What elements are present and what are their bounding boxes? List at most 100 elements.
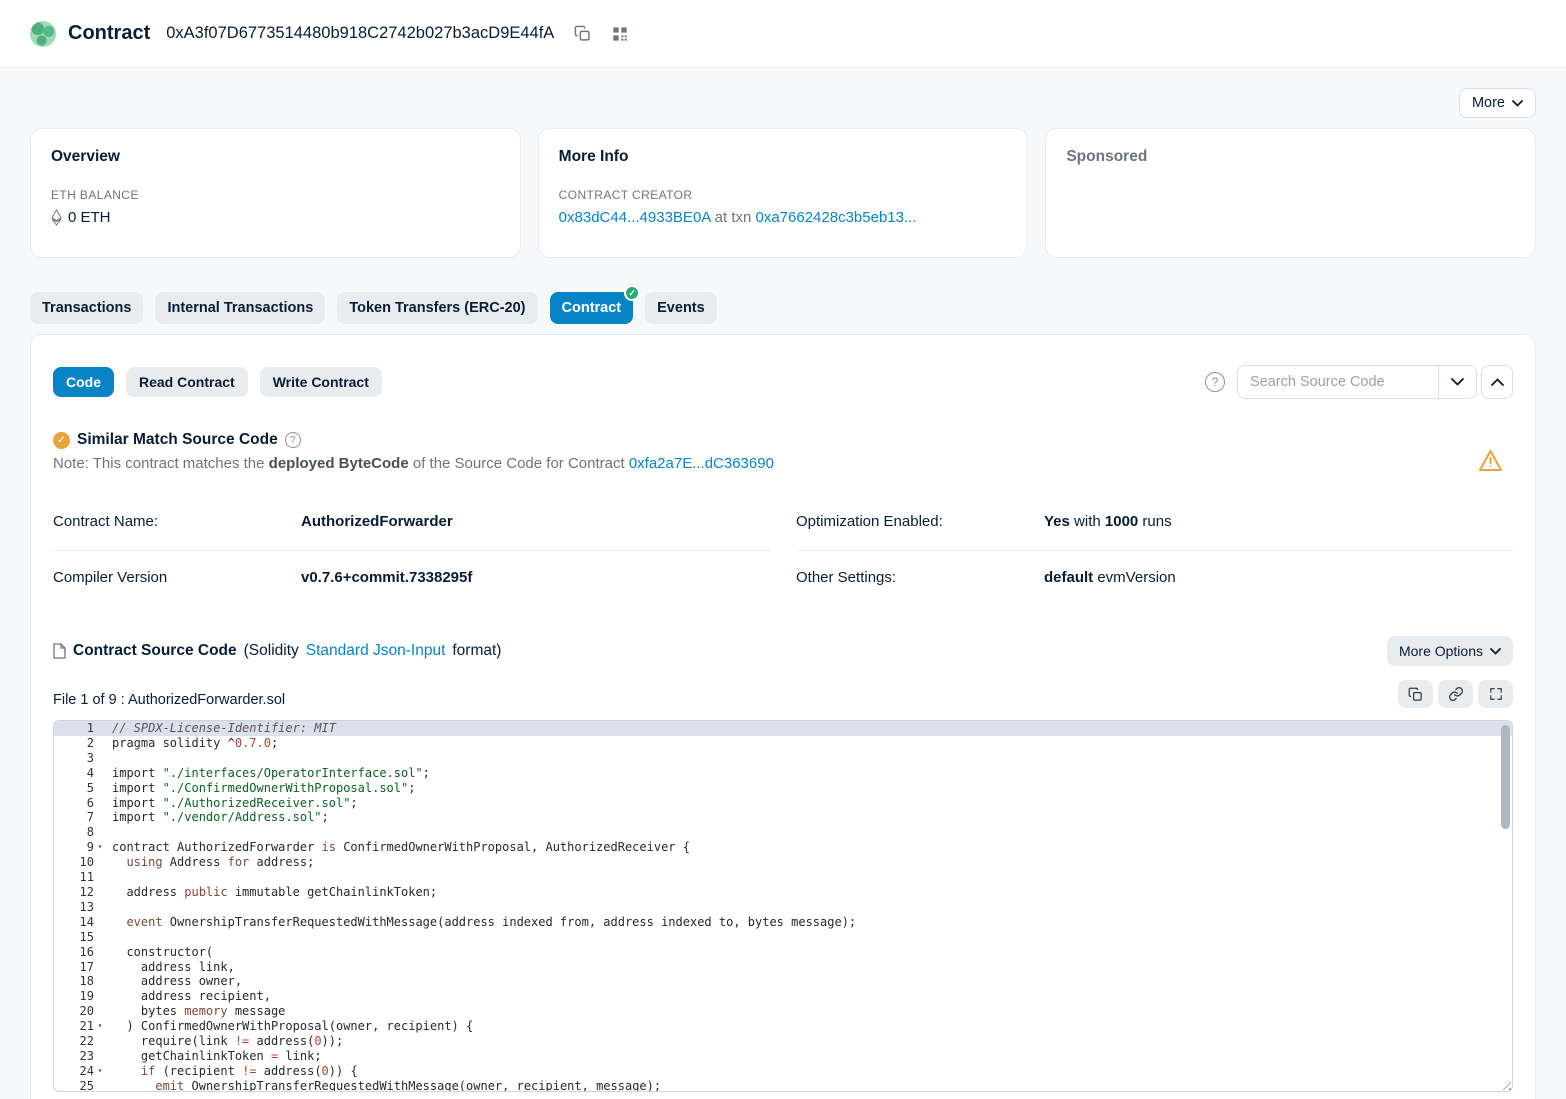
optimization-value: Yes with 1000 runs <box>1044 513 1172 530</box>
chevron-up-icon <box>1491 378 1504 386</box>
tab-internal-transactions[interactable]: Internal Transactions <box>155 292 325 324</box>
more-options-label: More Options <box>1399 643 1483 659</box>
subtab-label: Code <box>66 374 101 390</box>
at-txn-text: at txn <box>710 209 755 226</box>
creation-txn-link[interactable]: 0xa7662428c3b5eb13... <box>756 209 917 226</box>
line-number: 11 <box>54 870 106 885</box>
line-number: 23 <box>54 1049 106 1064</box>
subtab-read-contract[interactable]: Read Contract <box>126 367 248 397</box>
search-prev-button[interactable] <box>1481 365 1513 399</box>
overview-title: Overview <box>51 148 500 166</box>
note-bold-text: deployed ByteCode <box>269 455 409 472</box>
question-mark-icon[interactable]: ? <box>285 432 301 448</box>
page-header: Contract 0xA3f07D6773514480b918C2742b027… <box>0 0 1566 68</box>
permalink-button[interactable] <box>1438 680 1473 708</box>
code-editor-lines: 1// SPDX-License-Identifier: MIT2pragma … <box>54 721 1512 1092</box>
line-number: 3 <box>54 751 106 766</box>
line-number: 8 <box>54 825 106 840</box>
line-number: 22 <box>54 1034 106 1049</box>
contract-name-value: AuthorizedForwarder <box>301 513 453 530</box>
help-icon[interactable]: ? <box>1205 372 1225 392</box>
fold-arrow-icon[interactable]: ▾ <box>94 1019 106 1034</box>
code-line: 6import "./AuthorizedReceiver.sol"; <box>54 796 1512 811</box>
verified-check-badge: ✓ <box>624 285 640 301</box>
json-input-link[interactable]: Standard Json-Input <box>306 642 446 660</box>
more-info-card: More Info CONTRACT CREATOR 0x83dC44...49… <box>538 128 1029 258</box>
code-line: 12 address public immutable getChainlink… <box>54 885 1512 900</box>
file-icon <box>53 643 66 659</box>
more-options-button[interactable]: More Options <box>1387 636 1513 666</box>
optimization-label: Optimization Enabled: <box>796 513 1044 530</box>
warning-triangle-icon[interactable] <box>1478 449 1503 472</box>
code-line: 20 bytes memory message <box>54 1004 1512 1019</box>
line-number: 12 <box>54 885 106 900</box>
eth-balance-value: 0 ETH <box>68 209 111 226</box>
evm-default: default <box>1044 569 1093 586</box>
similar-match-check-icon: ✓ <box>53 432 70 449</box>
code-line: 18 address owner, <box>54 974 1512 989</box>
expand-button[interactable] <box>1478 680 1513 708</box>
line-number: 14 <box>54 915 106 930</box>
subtab-label: Write Contract <box>273 374 369 390</box>
code-line: 2pragma solidity ^0.7.0; <box>54 736 1512 751</box>
format-text: format) <box>452 642 501 660</box>
ethereum-icon <box>51 209 62 226</box>
line-number: 25 <box>54 1079 106 1092</box>
line-number: 4 <box>54 766 106 781</box>
contract-address: 0xA3f07D6773514480b918C2742b027b3acD9E44… <box>166 24 554 43</box>
creator-address-link[interactable]: 0x83dC44...4933BE0A <box>559 209 711 226</box>
code-line: 5import "./ConfirmedOwnerWithProposal.so… <box>54 781 1512 796</box>
line-number: 6 <box>54 796 106 811</box>
page-title: Contract <box>68 22 150 45</box>
compiler-version-value: v0.7.6+commit.7338295f <box>301 569 472 586</box>
other-settings-label: Other Settings: <box>796 569 1044 586</box>
matched-contract-link[interactable]: 0xfa2a7E...dC363690 <box>629 455 774 472</box>
tab-label: Internal Transactions <box>167 300 313 316</box>
optimization-yes: Yes <box>1044 513 1070 530</box>
code-line: 16 constructor( <box>54 945 1512 960</box>
file-label: File 1 of 9 : AuthorizedForwarder.sol <box>53 692 285 708</box>
eth-balance-label: ETH BALANCE <box>51 188 500 202</box>
tab-label: Contract <box>562 300 622 316</box>
copy-address-icon[interactable] <box>572 24 592 44</box>
contract-avatar <box>30 21 56 47</box>
more-info-title: More Info <box>559 148 1008 166</box>
qr-code-icon[interactable] <box>610 24 630 44</box>
line-number: 24▾ <box>54 1064 106 1079</box>
tab-transactions[interactable]: Transactions <box>30 292 143 324</box>
sponsored-card: Sponsored <box>1045 128 1536 258</box>
more-button[interactable]: More <box>1459 88 1536 118</box>
fold-arrow-icon[interactable]: ▾ <box>94 1064 106 1079</box>
line-number: 18 <box>54 974 106 989</box>
editor-scrollbar[interactable] <box>1501 725 1510 829</box>
code-line: 15 <box>54 930 1512 945</box>
source-code-title: Contract Source Code <box>73 642 237 660</box>
search-next-button[interactable] <box>1438 366 1476 398</box>
note-text: of the Source Code for Contract <box>409 455 629 472</box>
contract-panel: Code Read Contract Write Contract ? ✓ Si… <box>30 334 1536 1099</box>
search-source-code-input[interactable] <box>1238 366 1438 398</box>
line-number: 1 <box>54 721 106 736</box>
similar-match-title: Similar Match Source Code <box>77 431 278 449</box>
code-line: 4import "./interfaces/OperatorInterface.… <box>54 766 1512 781</box>
copy-source-button[interactable] <box>1398 680 1433 708</box>
code-line: 23 getChainlinkToken = link; <box>54 1049 1512 1064</box>
code-line: 3 <box>54 751 1512 766</box>
tab-contract[interactable]: Contract ✓ <box>550 292 634 324</box>
expand-icon <box>1489 687 1503 701</box>
fold-arrow-icon[interactable]: ▾ <box>94 840 106 855</box>
optimization-runs-count: 1000 <box>1105 513 1138 530</box>
subtab-write-contract[interactable]: Write Contract <box>260 367 382 397</box>
code-line: 13 <box>54 900 1512 915</box>
source-code-editor[interactable]: 1// SPDX-License-Identifier: MIT2pragma … <box>53 720 1513 1092</box>
optimization-with: with <box>1070 513 1105 530</box>
subtab-code[interactable]: Code <box>53 367 114 397</box>
link-icon <box>1448 686 1464 702</box>
tab-events[interactable]: Events <box>645 292 717 324</box>
line-number: 17 <box>54 960 106 975</box>
chevron-down-icon <box>1512 100 1523 107</box>
chevron-down-icon <box>1490 648 1501 655</box>
code-line: 14 event OwnershipTransferRequestedWithM… <box>54 915 1512 930</box>
optimization-runs: runs <box>1138 513 1171 530</box>
tab-token-transfers[interactable]: Token Transfers (ERC-20) <box>337 292 537 324</box>
